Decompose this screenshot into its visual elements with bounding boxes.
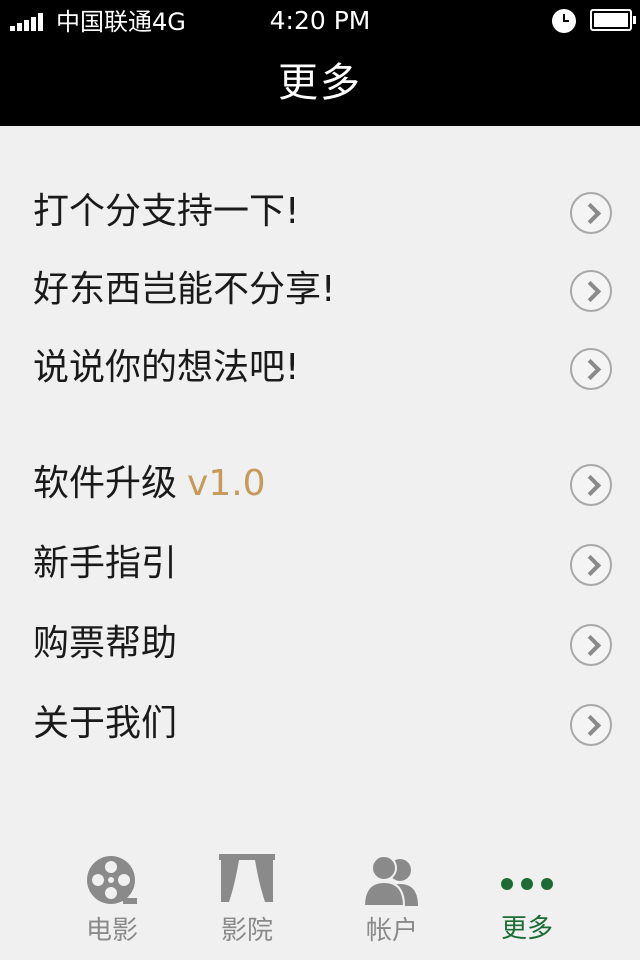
chevron-right-icon [570, 270, 612, 312]
menu-item-rate-app[interactable]: 打个分支持一下! [0, 172, 640, 252]
tab-movies[interactable]: 电影 [47, 840, 177, 960]
tab-bar: 电影 影院 帐户 更多 [0, 840, 640, 960]
menu-item-about[interactable]: 关于我们 [0, 684, 640, 764]
menu-item-ticket-help[interactable]: 购票帮助 [0, 604, 640, 684]
users-icon [362, 855, 418, 907]
menu-item-label: 打个分支持一下! [33, 191, 300, 232]
tab-cinemas[interactable]: 影院 [182, 840, 312, 960]
menu-item-label: 关于我们 [33, 703, 178, 744]
alarm-clock-icon [552, 9, 576, 33]
menu-item-guide[interactable]: 新手指引 [0, 524, 640, 604]
menu-item-label: 说说你的想法吧! [33, 347, 300, 388]
menu-item-upgrade[interactable]: 软件升级 v1.0 [0, 444, 640, 524]
theater-curtain-icon [219, 854, 275, 902]
more-dots-icon [501, 878, 553, 890]
status-time: 4:20 PM [269, 6, 371, 35]
tab-more[interactable]: 更多 [462, 840, 592, 960]
upgrade-label: 软件升级 [33, 463, 178, 504]
tab-label: 帐户 [365, 916, 418, 946]
menu-item-label: 新手指引 [33, 543, 178, 584]
status-bar: 中国联通4G 4:20 PM [0, 0, 640, 44]
chevron-right-icon [570, 544, 612, 586]
menu-item-share[interactable]: 好东西岂能不分享! [0, 250, 640, 330]
menu-item-feedback[interactable]: 说说你的想法吧! [0, 328, 640, 408]
chevron-right-icon [570, 192, 612, 234]
tab-label: 更多 [500, 914, 553, 944]
film-reel-icon [87, 856, 137, 904]
page-title: 更多 [278, 60, 362, 106]
menu-item-label: 软件升级 v1.0 [33, 462, 266, 506]
chevron-right-icon [570, 624, 612, 666]
tab-label: 影院 [220, 916, 273, 946]
menu-item-label: 购票帮助 [33, 623, 178, 664]
chevron-right-icon [570, 348, 612, 390]
tab-account[interactable]: 帐户 [327, 840, 457, 960]
tab-label: 电影 [85, 916, 138, 946]
version-number: v1.0 [187, 463, 266, 504]
battery-icon [590, 9, 636, 31]
chevron-right-icon [570, 704, 612, 746]
chevron-right-icon [570, 464, 612, 506]
top-bar: 中国联通4G 4:20 PM 更多 [0, 0, 640, 126]
menu-item-label: 好东西岂能不分享! [33, 269, 336, 310]
